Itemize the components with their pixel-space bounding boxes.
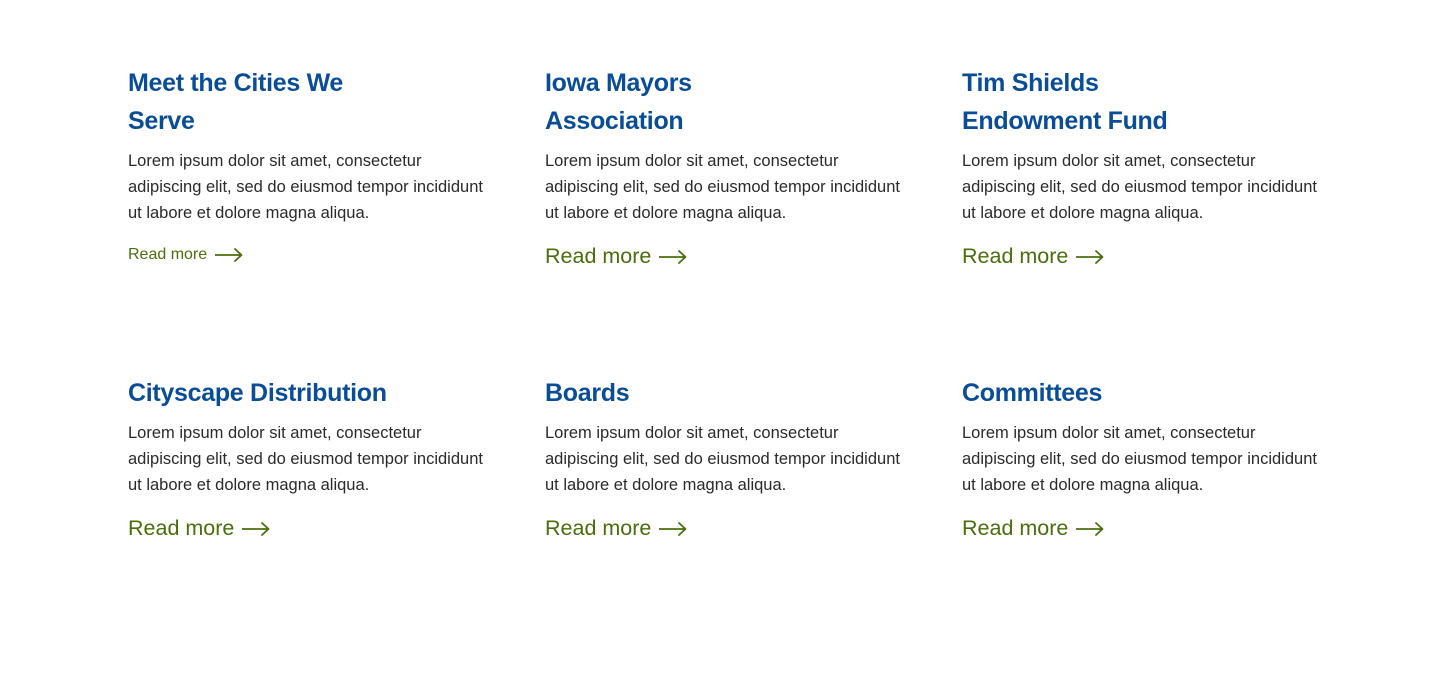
read-more-link[interactable]: Read more — [545, 244, 687, 269]
arrow-right-icon — [1076, 249, 1104, 264]
card-grid: Meet the Cities We Serve Lorem ipsum dol… — [0, 0, 1440, 677]
card-description: Lorem ipsum dolor sit amet, consectetur … — [128, 152, 483, 222]
card-iowa-mayors-association: Iowa Mayors Association Lorem ipsum dolo… — [545, 64, 905, 269]
read-more-link[interactable]: Read more — [962, 244, 1104, 269]
card-description: Lorem ipsum dolor sit amet, consectetur … — [962, 152, 1317, 222]
card-title: Tim Shields Endowment Fund — [962, 69, 1168, 135]
arrow-right-icon — [659, 521, 687, 536]
read-more-link[interactable]: Read more — [962, 516, 1104, 541]
read-more-label: Read more — [128, 516, 235, 540]
read-more-label: Read more — [962, 244, 1069, 268]
card-title: Committees — [962, 379, 1103, 407]
card-cityscape-distribution: Cityscape Distribution Lorem ipsum dolor… — [128, 374, 488, 541]
card-title: Meet the Cities We Serve — [128, 69, 344, 135]
card-committees: Committees Lorem ipsum dolor sit amet, c… — [962, 374, 1322, 541]
card-tim-shields-endowment-fund: Tim Shields Endowment Fund Lorem ipsum d… — [962, 64, 1322, 269]
read-more-link[interactable]: Read more — [545, 516, 687, 541]
card-title: Boards — [545, 379, 630, 407]
card-description: Lorem ipsum dolor sit amet, consectetur … — [545, 152, 900, 222]
read-more-link[interactable]: Read more — [128, 246, 243, 264]
card-title: Cityscape Distribution — [128, 379, 387, 407]
read-more-label: Read more — [545, 244, 652, 268]
card-description: Lorem ipsum dolor sit amet, consectetur … — [128, 424, 483, 494]
read-more-link[interactable]: Read more — [128, 516, 270, 541]
card-meet-the-cities: Meet the Cities We Serve Lorem ipsum dol… — [128, 64, 488, 264]
card-title: Iowa Mayors Association — [545, 69, 692, 135]
arrow-right-icon — [215, 248, 243, 262]
card-description: Lorem ipsum dolor sit amet, consectetur … — [962, 424, 1317, 494]
read-more-label: Read more — [545, 516, 652, 540]
read-more-label: Read more — [128, 246, 208, 263]
arrow-right-icon — [1076, 521, 1104, 536]
arrow-right-icon — [659, 249, 687, 264]
read-more-label: Read more — [962, 516, 1069, 540]
card-description: Lorem ipsum dolor sit amet, consectetur … — [545, 424, 900, 494]
arrow-right-icon — [242, 521, 270, 536]
card-boards: Boards Lorem ipsum dolor sit amet, conse… — [545, 374, 905, 541]
